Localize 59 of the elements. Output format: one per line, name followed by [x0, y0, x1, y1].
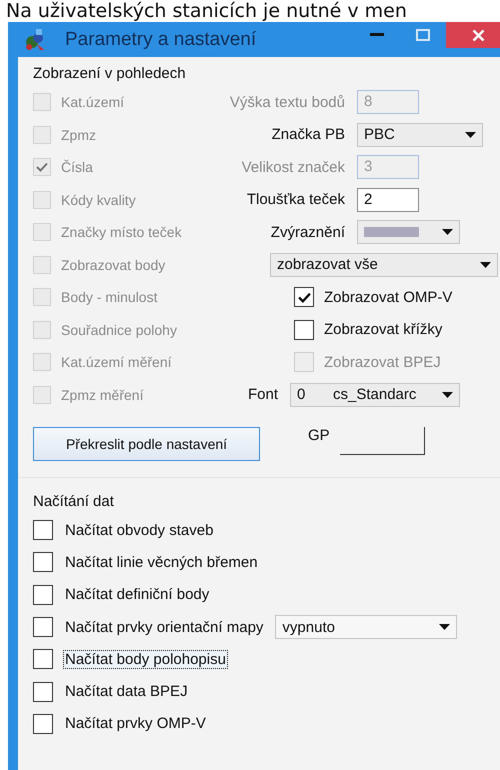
checkbox[interactable] [33, 714, 53, 734]
input-field[interactable]: 2 [357, 188, 419, 212]
dropdown[interactable]: PBC [357, 122, 483, 147]
redraw-button[interactable]: Překreslit podle nastavení [33, 427, 260, 461]
option-label: Načítat linie věcných břemen [64, 552, 259, 572]
field-label: Tloušťka teček [246, 191, 345, 208]
checkbox[interactable] [33, 552, 53, 572]
option-label: Kódy kvality [61, 192, 136, 208]
option-label: Zobrazovat křížky [324, 321, 442, 338]
option-label: Kat.území měření [61, 354, 172, 370]
checkbox[interactable] [294, 287, 314, 308]
caret-icon [439, 624, 450, 630]
field-label: Velikost značek [240, 158, 345, 176]
option-label: Načítat obvody staveb [64, 520, 214, 540]
minimize-icon [370, 33, 384, 37]
option-label: Kat.území [61, 94, 124, 110]
option-label: Zpmz [61, 126, 96, 143]
check-icon [36, 162, 48, 172]
color-dropdown[interactable] [357, 220, 460, 244]
option-label: Načítat body polohopisu [63, 650, 228, 669]
option-label: Souřadnice polohy [61, 322, 177, 338]
font-dropdown[interactable]: 0 cs_Standarc [290, 382, 460, 407]
caret-icon [465, 132, 476, 138]
dropdown[interactable]: zobrazovat vše [270, 252, 498, 277]
field-label: GP [308, 427, 330, 444]
field-label: Výška textu bodů [228, 94, 345, 111]
checkbox[interactable] [33, 649, 53, 670]
option-label: Načítat prvky OMP-V [64, 714, 207, 734]
checkbox[interactable] [294, 320, 314, 340]
check-icon [298, 292, 310, 303]
checkbox[interactable] [33, 682, 53, 702]
option-label: Značky místo teček [61, 224, 182, 240]
option-label: Načítat prvky orientační mapy [64, 618, 264, 637]
caption-text: Na uživatelských stanicích je nutné v men [5, 0, 408, 22]
option-label: Čísla [61, 159, 93, 176]
input-field[interactable] [340, 427, 425, 455]
option-label: Zobrazovat body [61, 256, 166, 273]
section-title: Zobrazení v pohledech [33, 64, 187, 84]
option-label: Zobrazovat OMP-V [324, 288, 452, 306]
option-label: Zobrazovat BPEJ [324, 354, 441, 371]
caret-icon [442, 229, 453, 236]
field-label: Font [246, 386, 278, 404]
section-title: Načítání dat [33, 492, 115, 512]
option-label: Načítat definiční body [64, 585, 210, 604]
caret-icon [480, 262, 491, 268]
maximize-icon [416, 29, 430, 41]
close-icon [472, 28, 484, 42]
caret-icon [442, 392, 453, 398]
option-label: Načítat data BPEJ [64, 682, 189, 702]
checkbox[interactable] [33, 520, 53, 540]
field-label: Značka PB [270, 126, 345, 144]
close-button[interactable] [446, 22, 500, 48]
checkbox[interactable] [33, 584, 53, 605]
option-label: Body - minulost [61, 289, 158, 306]
field-label: Zvýraznění [270, 224, 345, 241]
dropdown[interactable]: vypnuto [275, 615, 458, 640]
option-label: Zpmz měření [61, 386, 144, 403]
checkbox[interactable] [33, 617, 53, 638]
window-title: Parametry a nastavení [65, 28, 256, 50]
